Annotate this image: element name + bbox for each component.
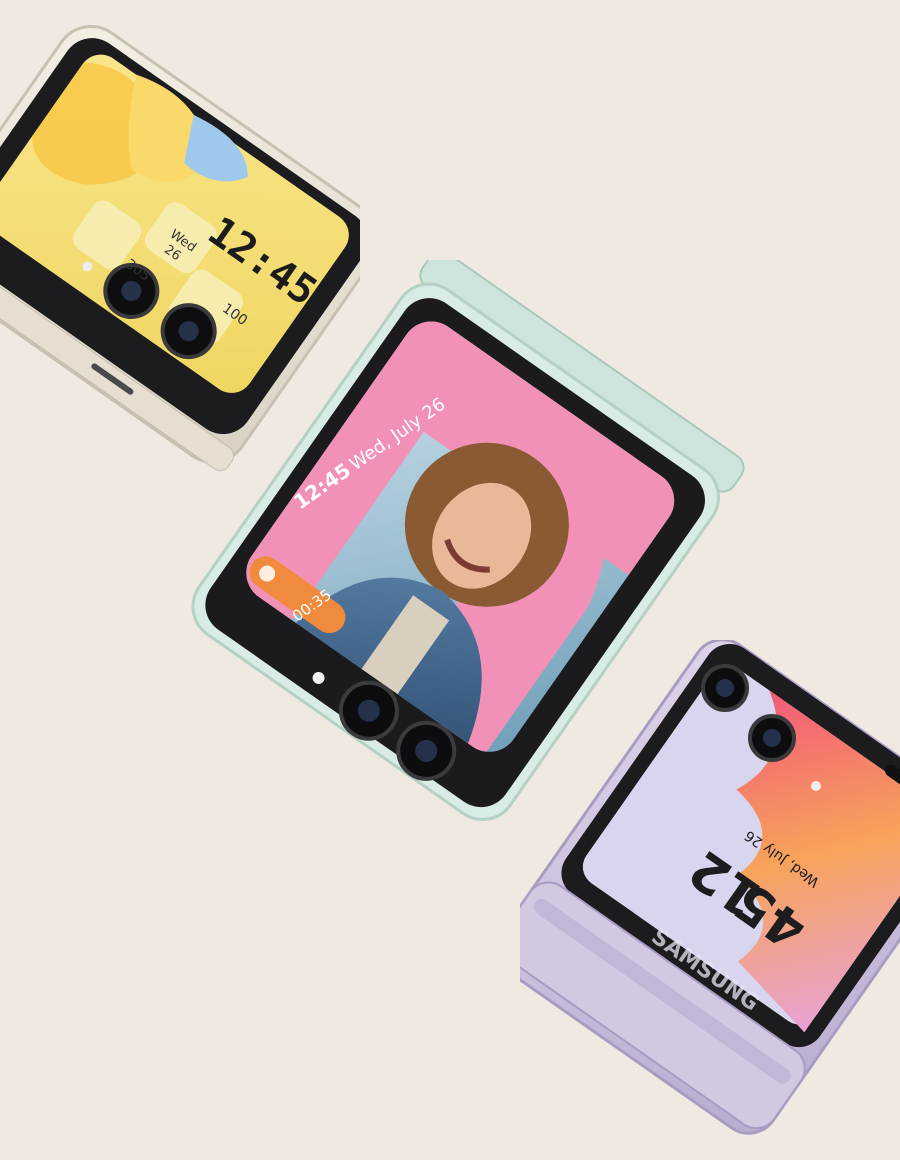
lavender-flip-phone: 12 45 Wed, July 26 SAMSUNG xyxy=(520,640,900,1150)
